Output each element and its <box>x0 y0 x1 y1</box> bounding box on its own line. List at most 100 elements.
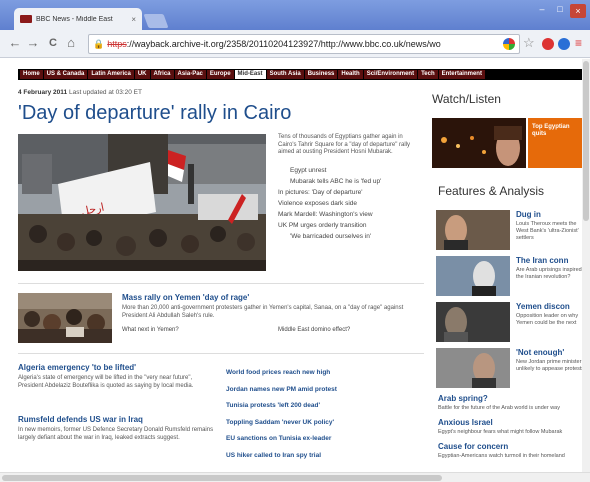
more-story-link[interactable]: Jordan names new PM amid protest <box>226 382 426 399</box>
minimize-button[interactable]: – <box>534 4 550 14</box>
nav-item-asia-pac[interactable]: Asia-Pac <box>174 70 206 79</box>
section-navbar: Home US & Canada Latin America UK Africa Asia… <box>18 69 590 80</box>
feature-item[interactable]: Dug in Louis Theroux meets the West Bank'… <box>436 210 590 250</box>
bookmark-star-icon[interactable]: ☆ <box>523 35 535 51</box>
more-story-link[interactable]: Tunisia protests 'left 200 dead' <box>226 398 426 415</box>
feature-headline[interactable]: Dug in <box>516 210 541 219</box>
yemen-story-title[interactable]: Mass rally on Yemen 'day of rage' <box>122 293 249 302</box>
extension-icon[interactable] <box>503 38 515 50</box>
main-headline[interactable]: 'Day of departure' rally in Cairo <box>18 102 291 125</box>
extension-blue-icon[interactable] <box>558 38 570 50</box>
sidebar-link-text: Battle for the future of the Arab world … <box>438 405 560 411</box>
feature-thumbnail[interactable] <box>436 210 510 250</box>
related-link[interactable]: In pictures: 'Day of departure' <box>278 187 426 198</box>
story-algeria-text: Algeria's state of emergency will be lif… <box>18 375 194 389</box>
page-content: Home US & Canada Latin America UK Africa Asia… <box>0 59 590 472</box>
sidebar-link-title[interactable]: Arab spring? <box>438 394 488 403</box>
horizontal-scrollbar[interactable] <box>0 472 590 482</box>
related-link[interactable]: Egypt unrest <box>278 165 426 176</box>
last-updated: Last updated at 03:20 ET <box>67 89 142 96</box>
more-story-link[interactable]: EU sanctions on Tunisia ex-leader <box>226 431 426 448</box>
browser-tab[interactable]: BBC News - Middle East × <box>14 8 142 30</box>
feature-headline[interactable]: Yemen discon <box>516 302 570 311</box>
nav-item-latin-america[interactable]: Latin America <box>88 70 134 79</box>
feature-thumbnail[interactable] <box>436 302 510 342</box>
nav-item-mid-east[interactable]: Mid-East <box>234 70 266 79</box>
new-tab-button[interactable] <box>143 14 169 28</box>
more-stories-list: World food prices reach new high Jordan n… <box>226 365 426 464</box>
address-bar[interactable]: 🔒 https ://wayback.archive-it.org/2358/2… <box>88 34 520 54</box>
pinterest-extension-icon[interactable] <box>542 38 554 50</box>
nav-item-health[interactable]: Health <box>338 70 363 79</box>
story-rumsfeld-title[interactable]: Rumsfeld defends US war in Iraq <box>18 415 143 424</box>
story-rumsfeld-text: In new memoirs, former US Defence Secret… <box>18 427 214 441</box>
sidebar-link-text: Egypt's neighbour fears what might follo… <box>438 429 563 435</box>
maximize-button[interactable]: □ <box>552 4 568 14</box>
reload-button[interactable]: C <box>46 36 60 50</box>
features-analysis-title: Features & Analysis <box>438 184 545 198</box>
broken-lock-icon: 🔒 <box>93 38 105 49</box>
feature-thumbnail[interactable] <box>436 348 510 388</box>
close-window-button[interactable]: × <box>570 4 586 18</box>
watch-listen-image[interactable] <box>432 118 526 168</box>
yemen-story-image[interactable] <box>18 293 112 343</box>
sidebar-link-title[interactable]: Anxious Israel <box>438 418 493 427</box>
nav-item-tech[interactable]: Tech <box>418 70 438 79</box>
browser-toolbar: ← → C ⌂ 🔒 https ://wayback.archive-it.or… <box>0 30 590 58</box>
feature-item[interactable]: Yemen discon Opposition leader on why Yem… <box>436 302 590 342</box>
nav-item-south-asia[interactable]: South Asia <box>266 70 304 79</box>
watch-listen-title: Watch/Listen <box>432 92 501 106</box>
feature-thumbnail-image <box>436 256 510 296</box>
related-link[interactable]: 'We barricaded ourselves in' <box>278 231 426 242</box>
nav-item-business[interactable]: Business <box>304 70 338 79</box>
main-story-summary: Tens of thousands of Egyptians gather ag… <box>278 134 411 155</box>
vertical-scrollbar[interactable] <box>582 59 590 472</box>
nav-item-us-canada[interactable]: US & Canada <box>43 70 88 79</box>
more-story-link[interactable]: Toppling Saddam 'never UK policy' <box>226 415 426 432</box>
title-bar: BBC News - Middle East × – □ × <box>0 0 590 30</box>
divider <box>18 283 424 284</box>
menu-icon[interactable]: ≡ <box>575 36 582 50</box>
dateline: 4 February 2011 Last updated at 03:20 ET <box>18 89 142 96</box>
nav-item-uk[interactable]: UK <box>134 70 150 79</box>
watch-promo[interactable]: Top Egyptian quits <box>528 118 584 168</box>
feature-thumbnail[interactable] <box>436 256 510 296</box>
related-link[interactable]: Mubarak tells ABC he is 'fed up' <box>278 176 426 187</box>
feature-headline[interactable]: 'Not enough' <box>516 348 564 357</box>
related-links: Egypt unrest Mubarak tells ABC he is 'fed… <box>278 165 426 242</box>
url-scheme: https <box>107 39 127 49</box>
sidebar-link-title[interactable]: Cause for concern <box>438 442 508 451</box>
home-button[interactable]: ⌂ <box>64 36 78 50</box>
bbc-favicon-icon <box>20 15 32 23</box>
yemen-link-domino[interactable]: Middle East domino effect? <box>278 327 350 333</box>
nav-item-africa[interactable]: Africa <box>150 70 174 79</box>
divider <box>18 353 424 354</box>
yemen-link-next[interactable]: What next in Yemen? <box>122 327 179 333</box>
feature-thumbnail-image <box>436 348 510 388</box>
video-thumbnail-image <box>432 118 526 168</box>
sidebar-link-text: Egyptian-Americans watch turmoil in thei… <box>438 453 565 459</box>
protest-crowd-image: ارحل <box>18 134 266 271</box>
main-story-image[interactable]: ارحل <box>18 134 266 271</box>
more-story-link[interactable]: World food prices reach new high <box>226 365 426 382</box>
nav-item-europe[interactable]: Europe <box>206 70 234 79</box>
related-link[interactable]: Mark Mardell: Washington's view <box>278 209 426 220</box>
feature-thumbnail-image <box>436 302 510 342</box>
nav-item-home[interactable]: Home <box>20 70 43 79</box>
forward-button[interactable]: → <box>26 36 40 50</box>
tab-close-icon[interactable]: × <box>131 15 136 24</box>
vertical-scroll-thumb[interactable] <box>583 61 589 221</box>
story-algeria-title[interactable]: Algeria emergency 'to be lifted' <box>18 363 136 372</box>
feature-text: New Jordan prime minister unlikely to ap… <box>516 359 585 372</box>
horizontal-scroll-thumb[interactable] <box>2 475 442 481</box>
nav-item-sci-environment[interactable]: Sci/Environment <box>363 70 418 79</box>
nav-item-entertainment[interactable]: Entertainment <box>438 70 485 79</box>
related-link[interactable]: Violence exposes dark side <box>278 198 426 209</box>
feature-headline[interactable]: The Iran conn <box>516 256 568 265</box>
feature-item[interactable]: The Iran conn Are Arab uprisings inspired… <box>436 256 590 296</box>
related-link[interactable]: UK PM urges orderly transition <box>278 220 426 231</box>
tab-title: BBC News - Middle East <box>36 15 113 23</box>
feature-item[interactable]: 'Not enough' New Jordan prime minister un… <box>436 348 590 388</box>
back-button[interactable]: ← <box>8 36 22 50</box>
more-story-link[interactable]: US hiker called to Iran spy trial <box>226 448 426 465</box>
